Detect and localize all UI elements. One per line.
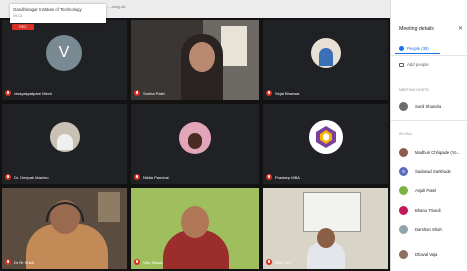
avatar [399, 225, 408, 234]
participant-tile[interactable]: Nikita Panchal [131, 104, 259, 184]
participant-avatar [179, 122, 211, 154]
participant-face [189, 42, 215, 72]
mic-off-icon [134, 174, 140, 180]
participant-name: Viky Sawal [143, 259, 163, 265]
tab-people[interactable]: People (38) [395, 43, 440, 53]
mic-off-icon [5, 174, 11, 180]
participant-tile[interactable]: Rper GIT [263, 188, 388, 269]
participant-list-item[interactable]: Dhaval Vaja [399, 250, 437, 259]
participant-face [317, 228, 335, 248]
participant-tile[interactable]: Dr Rr Shah [2, 188, 127, 269]
participant-list-name: Anjali Patel [415, 188, 436, 193]
mic-off-icon [5, 90, 11, 96]
participant-tile[interactable]: Viky Sawal [131, 188, 259, 269]
meeting-hosts-header: MEETING HOSTS [399, 88, 429, 92]
participant-name: vinayakpatpare Mech [14, 90, 53, 96]
participant-list-item[interactable]: Bhanu Trivedi [399, 206, 441, 215]
panel-title: Meeting details [399, 26, 434, 32]
participant-label: vinayakpatpare Mech [5, 90, 52, 96]
participant-list-item[interactable]: Anjali Patel [399, 186, 436, 195]
participant-list-name: Madhuri Chhipade (Yo... [415, 150, 461, 155]
host-item[interactable]: Sunil Shandra [399, 102, 441, 111]
participant-label: Pradeep MBA [266, 174, 300, 180]
host-name: Sunil Shandra [415, 104, 442, 109]
participant-list-item[interactable]: S Sadanad Sarkhude [399, 167, 451, 176]
participant-tile[interactable]: Sneha Patel [131, 20, 259, 100]
people-tab-label: People (38) [407, 45, 429, 51]
participant-list-name: Darshan Shah [415, 227, 442, 232]
participant-name: Dr. Deepak Mashru [14, 174, 49, 180]
mic-off-icon [5, 259, 11, 265]
video-grid: V vinayakpatpare Mech Sneha Patel Sejal … [0, 18, 390, 271]
participant-tile[interactable]: Pradeep MBA [263, 104, 388, 184]
add-people-button[interactable]: Add people [399, 62, 429, 67]
mic-off-icon [134, 259, 140, 265]
add-people-label: Add people [407, 62, 429, 67]
participant-tile[interactable]: Sejal Bhavsar [263, 20, 388, 100]
participant-avatar [50, 122, 80, 152]
people-icon [399, 45, 404, 51]
participant-name: Nikita Panchal [143, 174, 169, 180]
participant-face [181, 206, 209, 238]
avatar [399, 148, 408, 157]
participant-name: Pradeep MBA [275, 174, 300, 180]
avatar-photo [57, 134, 73, 150]
headset [46, 202, 84, 222]
participant-name: Sejal Bhavsar [275, 90, 300, 96]
participant-name: Sneha Patel [143, 90, 165, 96]
participant-avatar: V [46, 35, 82, 71]
active-tab-indicator [395, 53, 440, 55]
mic-off-icon [134, 90, 140, 96]
avatar [399, 102, 408, 111]
participant-name: Rper GIT [275, 259, 292, 265]
meeting-url-fragment: ...-xkvg-dk [107, 4, 126, 9]
divider [391, 55, 467, 56]
participant-list-name: Sadanad Sarkhude [415, 169, 451, 174]
participant-label: Sejal Bhavsar [266, 90, 300, 96]
poster [221, 26, 247, 66]
recording-indicator: REC [12, 24, 34, 30]
avatar-photo [319, 48, 333, 66]
add-person-icon [399, 62, 404, 67]
close-icon[interactable]: ✕ [458, 25, 463, 32]
wall-frame [98, 192, 120, 222]
participant-avatar [309, 120, 343, 154]
divider [391, 120, 467, 121]
clock-time: 09:13 [13, 14, 22, 18]
participant-label: Rper GIT [266, 259, 291, 265]
institute-badge: Gandhinagar Institute of Technology 09:1… [10, 4, 106, 23]
logo-icon [316, 126, 336, 148]
avatar [399, 206, 408, 215]
participant-avatar [311, 38, 341, 68]
participant-label: Nikita Panchal [134, 174, 169, 180]
avatar [399, 186, 408, 195]
participant-tile[interactable]: Dr. Deepak Mashru [2, 104, 127, 184]
participant-label: Dr Rr Shah [5, 259, 34, 265]
mic-off-icon [266, 259, 272, 265]
participant-name: Dr Rr Shah [14, 259, 35, 265]
in-call-header: IN CALL [399, 132, 413, 136]
institute-name: Gandhinagar Institute of Technology [13, 7, 82, 12]
avatar: S [399, 167, 408, 176]
participant-label: Sneha Patel [134, 90, 165, 96]
participant-list-name: Bhanu Trivedi [415, 208, 441, 213]
avatar-photo [188, 133, 202, 149]
participant-label: Dr. Deepak Mashru [5, 174, 48, 180]
participant-list-item[interactable]: Madhuri Chhipade (Yo... [399, 148, 460, 157]
avatar-initial: S [401, 169, 405, 174]
mic-off-icon [266, 174, 272, 180]
participant-tile[interactable]: V vinayakpatpare Mech [2, 20, 127, 100]
avatar-letter: V [58, 44, 70, 61]
participant-list-name: Dhaval Vaja [415, 252, 438, 257]
participant-list-item[interactable]: Darshan Shah [399, 225, 442, 234]
mic-off-icon [266, 90, 272, 96]
meeting-details-panel: Meeting details ✕ People (38) Add people… [390, 0, 467, 271]
avatar [399, 250, 408, 259]
participant-label: Viky Sawal [134, 259, 163, 265]
notice-board [303, 192, 361, 232]
